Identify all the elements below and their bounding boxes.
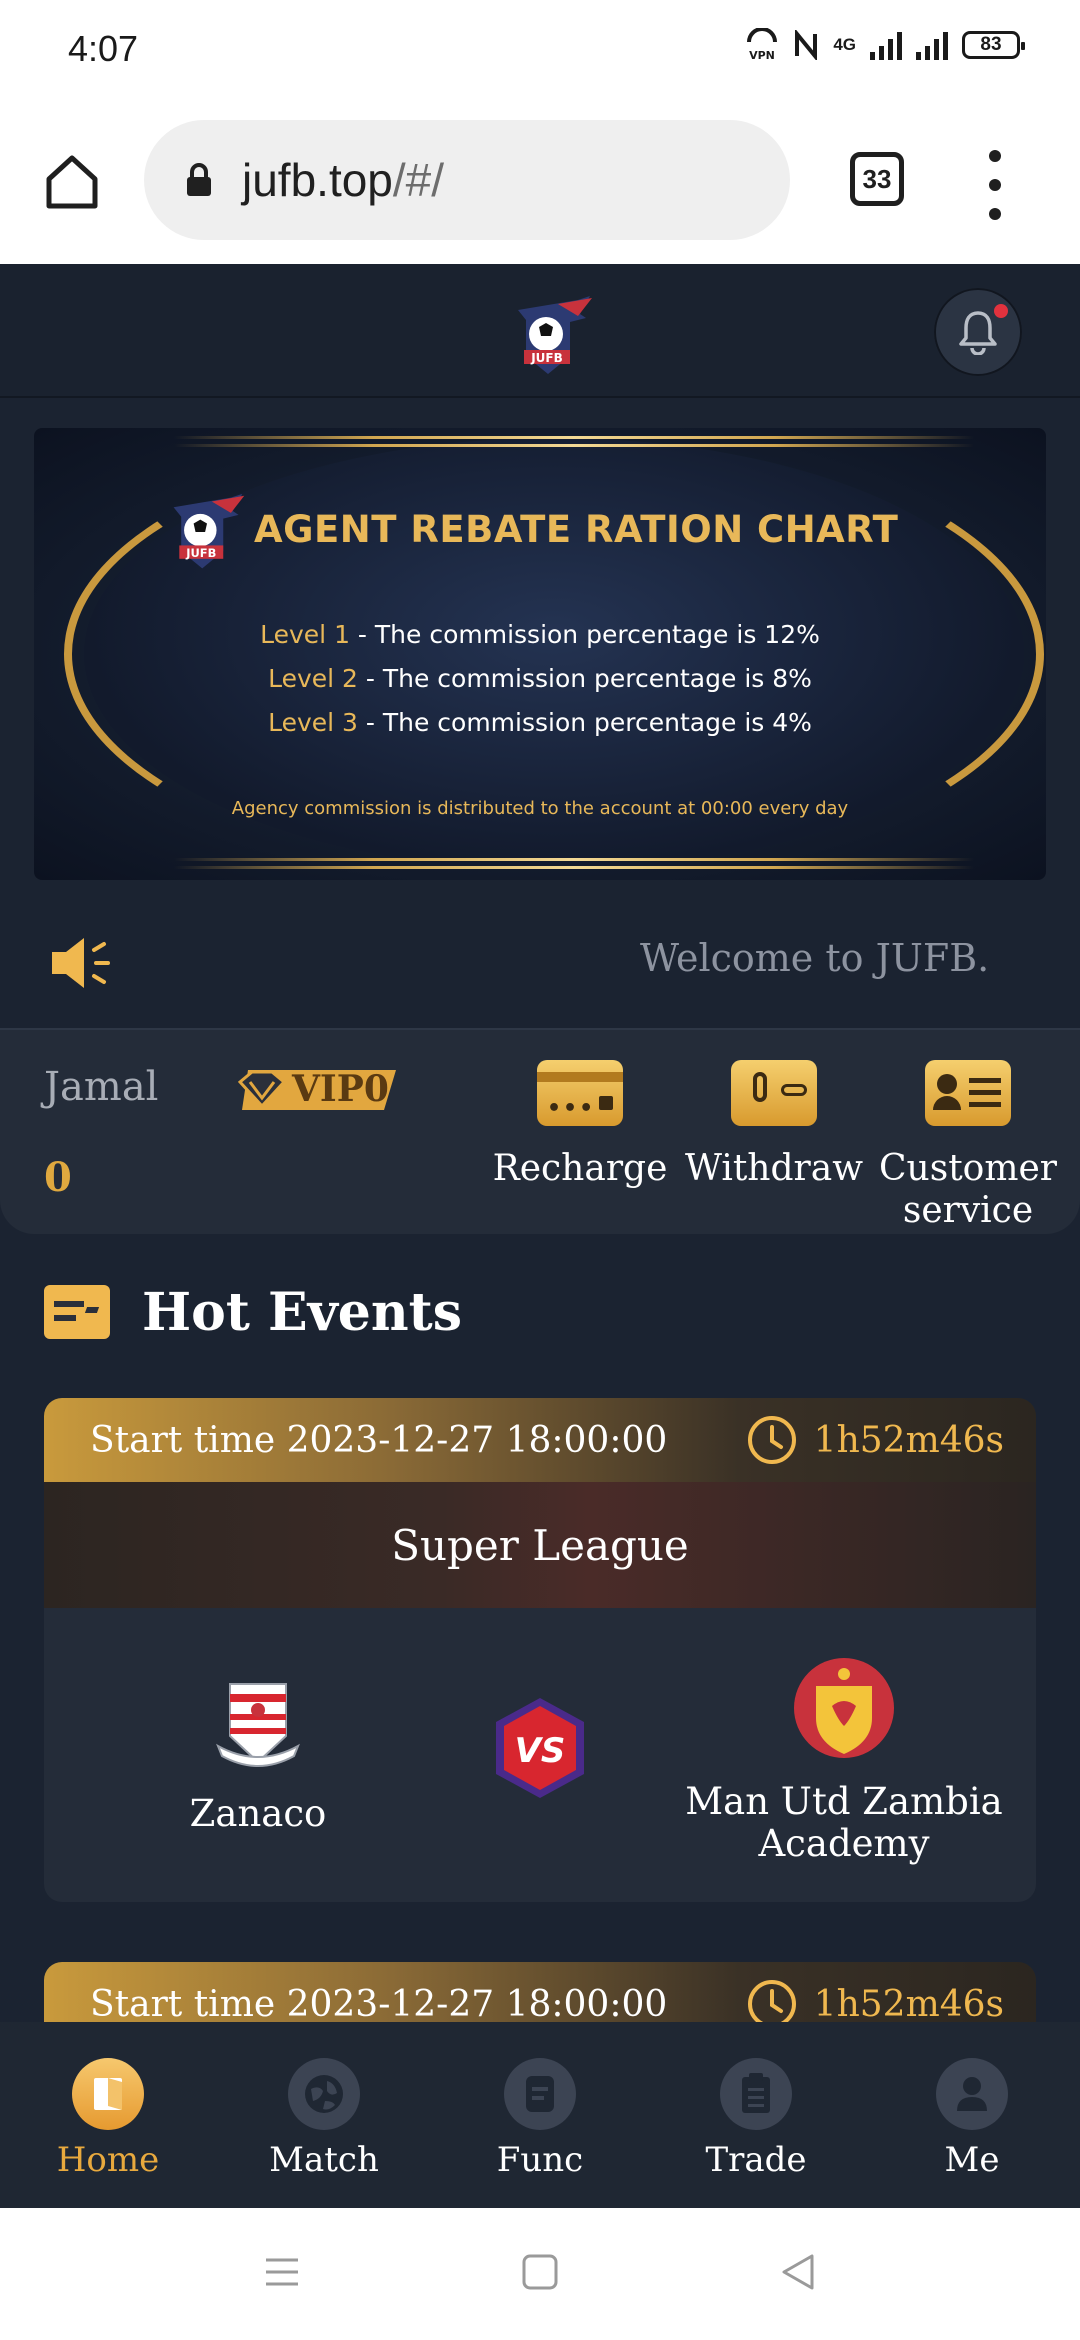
status-bar: 4:07 VPN 4G 83 bbox=[0, 0, 1080, 100]
clock-icon bbox=[747, 1980, 796, 2022]
vs-icon: VS bbox=[496, 1698, 584, 1798]
nav-trade-label: Trade bbox=[705, 2140, 807, 2180]
balance-value: 0 bbox=[44, 1154, 72, 1201]
notification-dot bbox=[994, 304, 1008, 318]
nav-home-label: Home bbox=[56, 2140, 160, 2180]
zanaco-crest-icon bbox=[216, 1683, 300, 1767]
browser-home-button[interactable] bbox=[36, 146, 108, 218]
home-team: Zanaco bbox=[128, 1676, 388, 1835]
away-team: Man Utd Zambia Academy bbox=[664, 1656, 1024, 1865]
browser-menu-button[interactable] bbox=[980, 150, 1010, 220]
event-start-time: Start time 2023-12-27 18:00:00 bbox=[90, 1419, 668, 1461]
recharge-button[interactable]: ••• Recharge bbox=[490, 1060, 670, 1190]
svg-text:JUFB: JUFB bbox=[530, 351, 563, 365]
recharge-label: Recharge bbox=[492, 1148, 668, 1189]
home-square-icon[interactable] bbox=[520, 2252, 560, 2292]
person-icon bbox=[936, 2058, 1008, 2130]
status-time: 4:07 bbox=[68, 28, 139, 69]
browser-toolbar: jufb.top/#/ 33 bbox=[0, 100, 1080, 264]
nav-trade[interactable]: Trade bbox=[648, 2022, 864, 2208]
speaker-icon bbox=[52, 938, 110, 988]
nfc-icon bbox=[795, 30, 818, 60]
nav-home[interactable]: Home bbox=[0, 2022, 216, 2208]
wallet-icon bbox=[731, 1060, 817, 1126]
banner-bottom-line-2 bbox=[174, 866, 974, 869]
svg-text:VPN: VPN bbox=[749, 49, 775, 62]
username: Jamal bbox=[44, 1064, 159, 1110]
event-card[interactable]: Start time 2023-12-27 18:00:00 1h52m46s bbox=[44, 1962, 1036, 2022]
withdraw-button[interactable]: Withdraw bbox=[684, 1060, 864, 1190]
event-card-header: Start time 2023-12-27 18:00:00 1h52m46s bbox=[44, 1962, 1036, 2022]
event-card[interactable]: Start time 2023-12-27 18:00:00 1h52m46s … bbox=[44, 1398, 1036, 1902]
notification-button[interactable] bbox=[934, 288, 1022, 376]
lock-icon bbox=[187, 163, 211, 196]
nav-match[interactable]: Match bbox=[216, 2022, 432, 2208]
url-text: jufb.top/#/ bbox=[242, 154, 445, 206]
system-navigation-bar bbox=[0, 2208, 1080, 2340]
withdraw-label: Withdraw bbox=[684, 1148, 864, 1189]
banner-level-2: Level 2 - The commission percentage is 8… bbox=[268, 664, 812, 693]
banner-logo: JUFB bbox=[173, 493, 245, 569]
address-bar[interactable]: jufb.top/#/ bbox=[144, 120, 790, 240]
away-team-name: Man Utd Zambia Academy bbox=[685, 1780, 1003, 1865]
event-countdown: 1h52m46s bbox=[746, 1978, 1004, 2022]
announcement-marquee[interactable]: Welcome to JUFB. T bbox=[0, 910, 1080, 1026]
events-icon bbox=[44, 1285, 110, 1339]
banner-bottom-line bbox=[174, 858, 974, 861]
hot-events-header: Hot Events bbox=[44, 1281, 462, 1343]
document-icon bbox=[504, 2058, 576, 2130]
back-triangle-icon[interactable] bbox=[778, 2252, 818, 2292]
nav-func[interactable]: Func bbox=[432, 2022, 648, 2208]
vs-text: VS bbox=[515, 1731, 566, 1771]
signal-icon bbox=[870, 30, 902, 60]
home-team-name: Zanaco bbox=[189, 1792, 327, 1835]
banner-level-3: Level 3 - The commission percentage is 4… bbox=[268, 708, 812, 737]
bell-icon bbox=[959, 311, 997, 355]
contact-card-icon bbox=[925, 1060, 1011, 1126]
clock-icon bbox=[747, 1416, 796, 1464]
nav-me-label: Me bbox=[944, 2140, 1000, 2180]
event-league: Super League bbox=[44, 1482, 1036, 1608]
nav-me[interactable]: Me bbox=[864, 2022, 1080, 2208]
nav-match-label: Match bbox=[269, 2140, 379, 2180]
banner-note: Agency commission is distributed to the … bbox=[231, 798, 849, 819]
event-card-header: Start time 2023-12-27 18:00:00 1h52m46s bbox=[44, 1398, 1036, 1482]
signal-icon-2 bbox=[916, 30, 948, 60]
recents-menu-icon[interactable] bbox=[262, 2252, 302, 2292]
banner-title: AGENT REBATE RATION CHART bbox=[254, 508, 899, 551]
hot-events-title: Hot Events bbox=[142, 1281, 462, 1343]
battery-icon: 83 bbox=[962, 31, 1025, 59]
customer-service-label: Customer service bbox=[879, 1148, 1057, 1231]
event-start-time: Start time 2023-12-27 18:00:00 bbox=[90, 1983, 668, 2023]
svg-text:JUFB: JUFB bbox=[185, 546, 216, 560]
app-header: JUFB bbox=[0, 264, 1080, 398]
card-icon: ••• bbox=[537, 1060, 623, 1126]
clipboard-icon bbox=[720, 2058, 792, 2130]
bottom-navigation: Home Match Func Trade Me bbox=[0, 2022, 1080, 2208]
jufb-logo: JUFB bbox=[518, 296, 592, 374]
home-icon bbox=[46, 155, 98, 209]
man-utd-zambia-crest-icon bbox=[794, 1658, 894, 1758]
vpn-icon: VPN bbox=[747, 28, 778, 62]
event-countdown: 1h52m46s bbox=[746, 1414, 1004, 1466]
customer-service-button[interactable]: Customer service bbox=[878, 1060, 1058, 1232]
network-type: 4G bbox=[833, 35, 856, 54]
status-icons: VPN 4G 83 bbox=[745, 28, 1025, 62]
banner-top-line bbox=[174, 436, 974, 439]
home-door-icon bbox=[72, 2058, 144, 2130]
nav-func-label: Func bbox=[496, 2140, 584, 2180]
marquee-text: Welcome to JUFB. T bbox=[640, 936, 1000, 980]
banner-level-1: Level 1 - The commission percentage is 1… bbox=[260, 620, 820, 649]
globe-icon bbox=[288, 2058, 360, 2130]
promo-banner[interactable]: JUFB AGENT REBATE RATION CHART Level 1 -… bbox=[34, 428, 1046, 880]
banner-top-line-2 bbox=[174, 444, 974, 447]
tab-switcher-button[interactable]: 33 bbox=[850, 152, 904, 206]
event-matchup: Zanaco VS Man Utd Zambia Academy bbox=[44, 1608, 1036, 1902]
vip-label: VIP0 bbox=[292, 1068, 389, 1110]
user-panel: Jamal VIP0 0 ••• Recharge Withdraw Custo… bbox=[0, 1028, 1080, 1234]
